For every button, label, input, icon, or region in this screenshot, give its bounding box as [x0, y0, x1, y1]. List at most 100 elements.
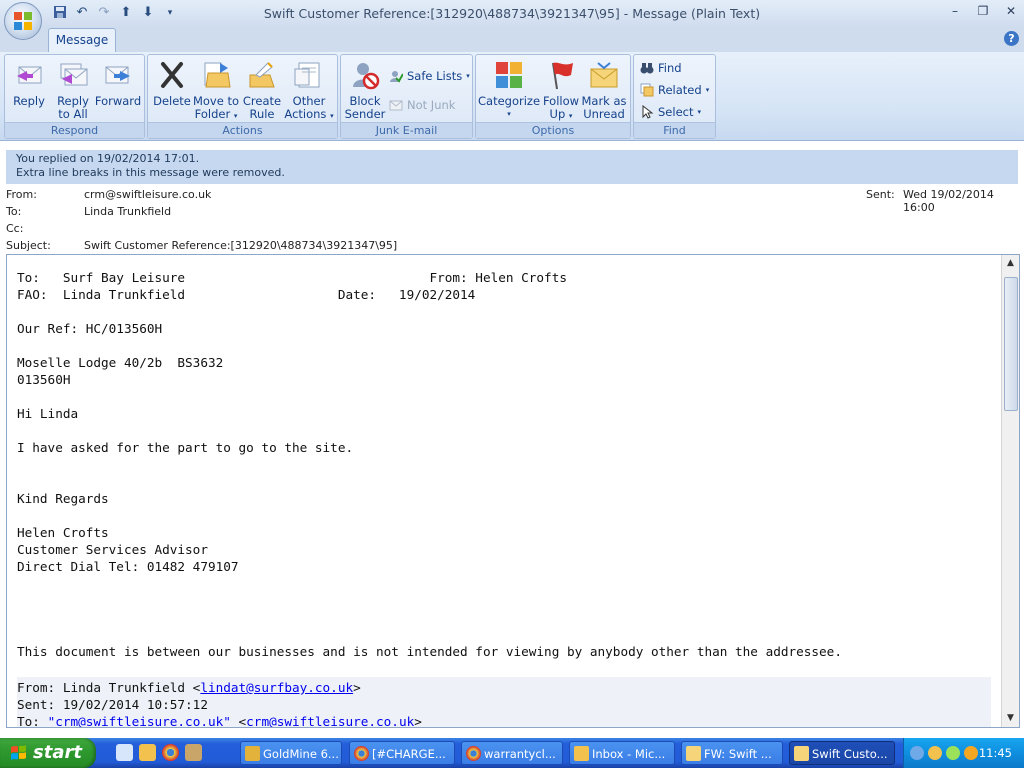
group-label-respond: Respond	[5, 122, 144, 138]
move-to-folder-button[interactable]: Move to Folder ▾	[192, 57, 240, 123]
tray-outlook-icon[interactable]	[928, 746, 942, 760]
dropdown-arrow-icon: ▾	[507, 110, 511, 118]
envelope-icon	[794, 746, 809, 761]
delete-button[interactable]: Delete	[150, 57, 194, 108]
scroll-thumb[interactable]	[1004, 277, 1018, 411]
dropdown-arrow-icon: ▾	[233, 112, 238, 120]
help-icon[interactable]: ?	[1004, 31, 1019, 46]
message-body[interactable]: To: Surf Bay Leisure From: Helen Crofts …	[6, 254, 1020, 728]
flag-icon	[545, 59, 577, 91]
group-actions: Delete Move to Folder ▾ Create Rule Othe…	[147, 54, 338, 139]
office-logo-icon	[14, 12, 32, 30]
binoculars-icon	[640, 61, 654, 75]
block-sender-icon	[349, 59, 381, 91]
group-junk-email: Block Sender Safe Lists ▾ Not Junk Junk …	[340, 54, 473, 139]
cc-label: Cc:	[6, 222, 24, 235]
envelope-icon	[686, 746, 701, 761]
message-body-text: To: Surf Bay Leisure From: Helen Crofts …	[17, 270, 842, 659]
scroll-up-icon[interactable]: ▲	[1002, 255, 1019, 272]
title-bar: ↶ ↷ ⬆ ⬇ ▾ Swift Customer Reference:[3129…	[0, 0, 1024, 28]
other-actions-button[interactable]: Other Actions ▾	[284, 57, 334, 123]
info-line-breaks[interactable]: Extra line breaks in this message were r…	[16, 166, 1018, 180]
related-button[interactable]: Related ▾	[640, 81, 709, 99]
forward-icon	[102, 59, 134, 91]
sent-value: Wed 19/02/2014 16:00	[903, 188, 994, 214]
group-label-options: Options	[476, 122, 630, 138]
taskbar-item-fw-swift[interactable]: FW: Swift ...	[681, 741, 783, 765]
mark-as-unread-button[interactable]: Mark as Unread	[580, 57, 628, 121]
quoted-from-email-link[interactable]: lindat@surfbay.co.uk	[200, 680, 353, 695]
dropdown-arrow-icon: ▾	[466, 72, 470, 80]
subject-value: Swift Customer Reference:[312920\488734\…	[84, 239, 398, 252]
clock: 11:45	[978, 746, 1012, 760]
unread-envelope-icon	[588, 59, 620, 91]
taskbar: start GoldMine 6... [#CHARGE... warranty…	[0, 738, 1024, 768]
tray-network-icon[interactable]	[964, 746, 978, 760]
start-button[interactable]: start	[0, 738, 96, 768]
taskbar-item-goldmine[interactable]: GoldMine 6...	[240, 741, 342, 765]
forward-button[interactable]: Forward	[94, 57, 142, 108]
reply-all-icon	[57, 59, 89, 91]
group-options: Categorize ▾ Follow Up ▾ Mark as Unread …	[475, 54, 631, 139]
explorer-icon[interactable]	[116, 744, 133, 761]
restore-icon[interactable]: ❐	[976, 4, 990, 18]
select-button[interactable]: Select ▾	[640, 103, 701, 121]
not-junk-button[interactable]: Not Junk	[389, 96, 455, 114]
move-to-folder-icon	[200, 59, 232, 91]
reply-all-button[interactable]: Reply to All	[51, 57, 95, 121]
other-actions-icon	[293, 59, 325, 91]
group-respond: Reply Reply to All Forward Respond	[4, 54, 145, 139]
window-title: Swift Customer Reference:[312920\488734\…	[263, 6, 761, 21]
taskbar-item-warranty[interactable]: warrantycl...	[461, 741, 563, 765]
safe-lists-icon	[389, 69, 404, 83]
group-find: Find Related ▾ Select ▾ Find	[633, 54, 716, 139]
create-rule-icon	[246, 59, 278, 91]
group-label-find: Find	[634, 122, 715, 138]
sent-label: Sent:	[866, 188, 895, 201]
ribbon: Reply Reply to All Forward Respond Delet…	[0, 52, 1024, 141]
info-replied: You replied on 19/02/2014 17:01.	[16, 152, 200, 165]
group-label-actions: Actions	[148, 122, 337, 138]
scroll-down-icon[interactable]: ▼	[1002, 710, 1019, 727]
app-quick-icon[interactable]	[185, 744, 202, 761]
outlook-icon	[574, 746, 589, 761]
chrome-icon	[354, 746, 369, 761]
reply-button[interactable]: Reply	[7, 57, 51, 108]
info-bar: You replied on 19/02/2014 17:01. Extra l…	[6, 150, 1018, 184]
taskbar-item-swift-customer[interactable]: Swift Custo...	[789, 741, 895, 765]
tray-app-icon[interactable]	[946, 746, 960, 760]
create-rule-button[interactable]: Create Rule	[240, 57, 284, 121]
categorize-button[interactable]: Categorize ▾	[478, 57, 540, 121]
tab-message[interactable]: Message	[48, 28, 116, 53]
office-button[interactable]	[4, 2, 42, 40]
minimize-icon[interactable]: –	[948, 4, 962, 18]
quoted-header: From: Linda Trunkfield <lindat@surfbay.c…	[17, 677, 991, 727]
quoted-to-link-1[interactable]: "crm@swiftleisure.co.uk"	[48, 714, 231, 727]
group-label-junk-email: Junk E-mail	[341, 122, 472, 138]
close-icon[interactable]: ✕	[1004, 4, 1018, 18]
safe-lists-button[interactable]: Safe Lists ▾	[389, 67, 470, 85]
quick-launch	[116, 744, 202, 761]
ribbon-tab-row: Message ?	[0, 28, 1024, 53]
windows-logo-icon	[11, 745, 26, 760]
find-button[interactable]: Find	[640, 59, 682, 77]
from-value[interactable]: crm@swiftleisure.co.uk	[84, 188, 211, 201]
outlook-quick-icon[interactable]	[139, 744, 156, 761]
tray-expand-icon[interactable]	[910, 746, 924, 760]
related-icon	[640, 83, 654, 97]
categorize-icon	[493, 59, 525, 91]
taskbar-item-inbox[interactable]: Inbox - Mic...	[569, 741, 675, 765]
taskbar-item-charge[interactable]: [#CHARGE...	[349, 741, 455, 765]
vertical-scrollbar[interactable]: ▲ ▼	[1001, 255, 1019, 727]
subject-label: Subject:	[6, 239, 51, 252]
dropdown-arrow-icon: ▾	[568, 112, 573, 120]
delete-icon	[156, 59, 188, 91]
quoted-to-link-2[interactable]: crm@swiftleisure.co.uk	[246, 714, 414, 727]
dropdown-arrow-icon: ▾	[705, 86, 710, 94]
chrome-quick-icon[interactable]	[162, 744, 179, 761]
block-sender-button[interactable]: Block Sender	[343, 57, 387, 121]
chrome-icon	[466, 746, 481, 761]
follow-up-button[interactable]: Follow Up ▾	[540, 57, 582, 123]
to-value[interactable]: Linda Trunkfield	[84, 205, 171, 218]
not-junk-icon	[389, 98, 403, 112]
